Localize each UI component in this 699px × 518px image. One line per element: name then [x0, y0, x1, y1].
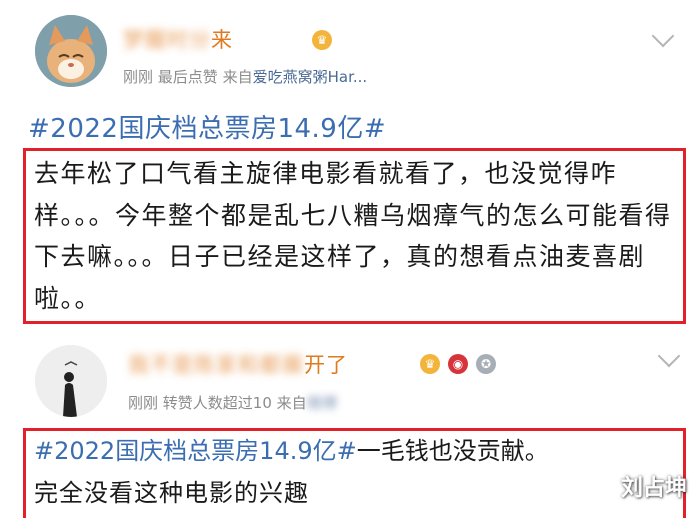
source-prefix: 来自 [222, 68, 253, 86]
user-avatar-cat[interactable] [35, 15, 107, 87]
author-watermark: 刘占坤 [620, 476, 687, 501]
cat-avatar-icon [35, 15, 107, 87]
highlight-box: 去年松了口气看主旋律电影看就看了，也没觉得咋样。。。今年整个都是乱七八糟乌烟瘴气… [23, 148, 686, 324]
post-body-text: 一毛钱也没贡献。 [356, 437, 549, 465]
medal-badge-icon: ✪ [476, 354, 496, 374]
post-body-line-1: #2022国庆档总票房14.9亿#一毛钱也没贡献。 [34, 431, 549, 466]
weibo-post-2: 我不是陈家和都展开了 ♛ ◉ ✪ 刚刚 转赞人数超过10 来自微博 #2022国… [0, 336, 699, 518]
username-visible-part: 来 [211, 28, 233, 52]
hashtag-link[interactable]: #2022国庆档总票房14.9亿# [34, 437, 357, 465]
username-obscured: 梦醒时分 [123, 28, 211, 52]
highlight-box: #2022国庆档总票房14.9亿#一毛钱也没贡献。 完全没看这种电影的兴趣 [23, 428, 686, 518]
post-meta: 刚刚 最后点赞 来自爱吃燕窝粥Har... [123, 66, 367, 87]
weibo-post-1: 梦醒时分来 ♛ 刚刚 最后点赞 来自爱吃燕窝粥Har... #2022国庆档总票… [0, 0, 699, 336]
source-prefix: 来自 [276, 394, 307, 412]
post-source[interactable]: 爱吃燕窝粥Har... [253, 68, 368, 86]
post-meta: 刚刚 转赞人数超过10 来自微博 [128, 392, 337, 413]
user-avatar-silhouette[interactable] [35, 345, 107, 417]
person-silhouette-icon [35, 345, 107, 417]
post-extra: 转赞人数超过10 [162, 394, 272, 412]
post-time: 刚刚 [128, 394, 159, 412]
username-visible-part: 开了 [304, 353, 348, 377]
username[interactable]: 梦醒时分来 [123, 24, 233, 54]
crown-badge-icon: ♛ [312, 30, 332, 50]
username-obscured: 我不是陈家和都展 [128, 353, 304, 377]
post-extra: 最后点赞 [157, 68, 218, 86]
crown-badge-icon: ♛ [420, 354, 440, 374]
hashtag-link[interactable]: #2022国庆档总票房14.9亿# [28, 108, 386, 145]
post-source-obscured: 微博 [306, 394, 337, 412]
chevron-down-icon[interactable] [657, 344, 681, 368]
chevron-down-icon[interactable] [651, 24, 675, 48]
post-time: 刚刚 [123, 68, 154, 86]
weibo-badge-icon: ◉ [448, 354, 468, 374]
post-body-line-2: 完全没看这种电影的兴趣 [34, 479, 309, 507]
post-body-text: 去年松了口气看主旋律电影看就看了，也没觉得咋样。。。今年整个都是乱七八糟乌烟瘴气… [34, 159, 672, 313]
username[interactable]: 我不是陈家和都展开了 [128, 349, 348, 379]
